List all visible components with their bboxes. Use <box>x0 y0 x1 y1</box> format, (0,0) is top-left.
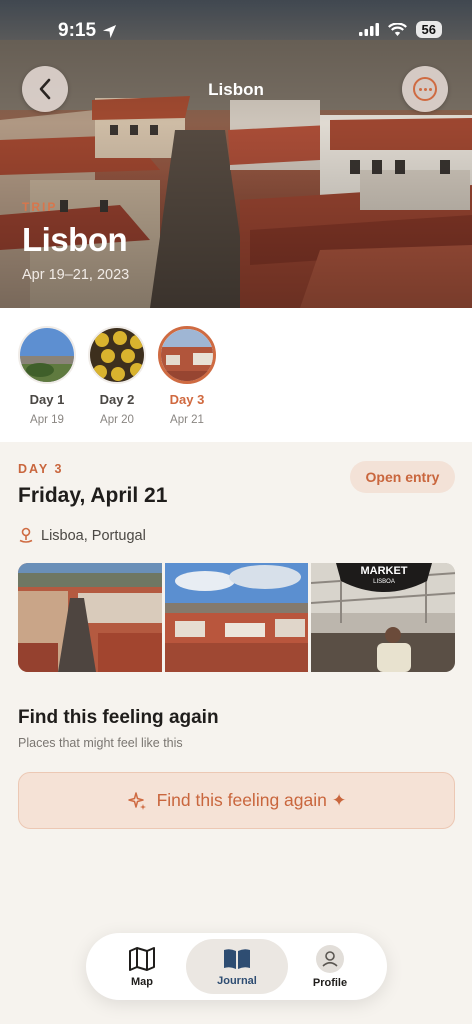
market-sign-text: MARKET <box>361 565 408 577</box>
battery-indicator: 56 <box>415 21 442 38</box>
photo-strip: MARKET LISBOA <box>18 563 455 672</box>
wifi-icon <box>387 22 407 36</box>
more-options-button[interactable] <box>402 66 448 112</box>
day-3-thumbnail <box>158 326 216 384</box>
clock-text: 9:15 <box>58 20 97 41</box>
day-2-thumbnail <box>88 326 146 384</box>
day-3-date: Apr 21 <box>170 414 204 426</box>
tab-journal[interactable]: Journal <box>186 939 288 994</box>
status-time: 9:15 <box>58 20 117 42</box>
location-text: Lisboa, Portugal <box>41 527 146 544</box>
status-bar: 9:15 56 <box>0 0 472 62</box>
tab-map[interactable]: Map <box>94 939 190 994</box>
day-3-label: Day 3 <box>169 392 205 407</box>
market-sign-subtext: LISBOA <box>374 579 396 585</box>
map-icon <box>129 946 155 971</box>
tab-map-label: Map <box>131 975 153 988</box>
find-feeling-label: Find this feeling again ✦ <box>156 790 347 810</box>
trip-label: TRIP <box>22 200 58 214</box>
photo-2[interactable] <box>164 563 309 672</box>
open-entry-button[interactable]: Open entry <box>350 461 455 493</box>
find-feeling-button[interactable]: Find this feeling again ✦ <box>18 772 455 829</box>
tab-profile[interactable]: Profile <box>282 939 378 994</box>
feeling-section-title: Find this feeling again <box>18 707 219 728</box>
sparkles-icon <box>127 791 146 810</box>
profile-avatar-icon <box>316 944 344 973</box>
day-1-thumbnail <box>18 326 76 384</box>
photo-1[interactable] <box>18 563 162 672</box>
status-indicators: 56 <box>358 21 442 38</box>
feeling-section-subtitle: Places that might feel like this <box>18 736 183 750</box>
tab-journal-label: Journal <box>217 974 257 987</box>
day-kicker: DAY 3 <box>18 462 64 476</box>
day-item-2[interactable]: Day 2 Apr 20 <box>87 326 147 426</box>
day-item-1[interactable]: Day 1 Apr 19 <box>17 326 77 426</box>
trip-dates: Apr 19–21, 2023 <box>22 267 130 283</box>
day-1-date: Apr 19 <box>30 414 64 426</box>
tab-bar: Map Journal Profile <box>86 933 387 1000</box>
open-book-icon <box>224 948 250 969</box>
cellular-signal-icon <box>358 23 379 36</box>
location-arrow-icon <box>102 24 117 38</box>
trip-title: Lisbon <box>22 221 128 258</box>
day-selector: Day 1 Apr 19 Day 2 Apr 20 Day 3 Apr 21 <box>0 308 472 442</box>
location-pin-icon <box>19 527 33 543</box>
location-row: Lisboa, Portugal <box>18 527 146 544</box>
day-title: Friday, April 21 <box>18 484 168 507</box>
day-2-date: Apr 20 <box>100 414 134 426</box>
day-item-3[interactable]: Day 3 Apr 21 <box>157 326 217 426</box>
photo-3[interactable]: MARKET LISBOA <box>311 563 455 672</box>
tab-profile-label: Profile <box>312 976 348 989</box>
ellipsis-icon <box>413 77 437 101</box>
day-2-label: Day 2 <box>99 392 135 407</box>
day-1-label: Day 1 <box>29 392 65 407</box>
